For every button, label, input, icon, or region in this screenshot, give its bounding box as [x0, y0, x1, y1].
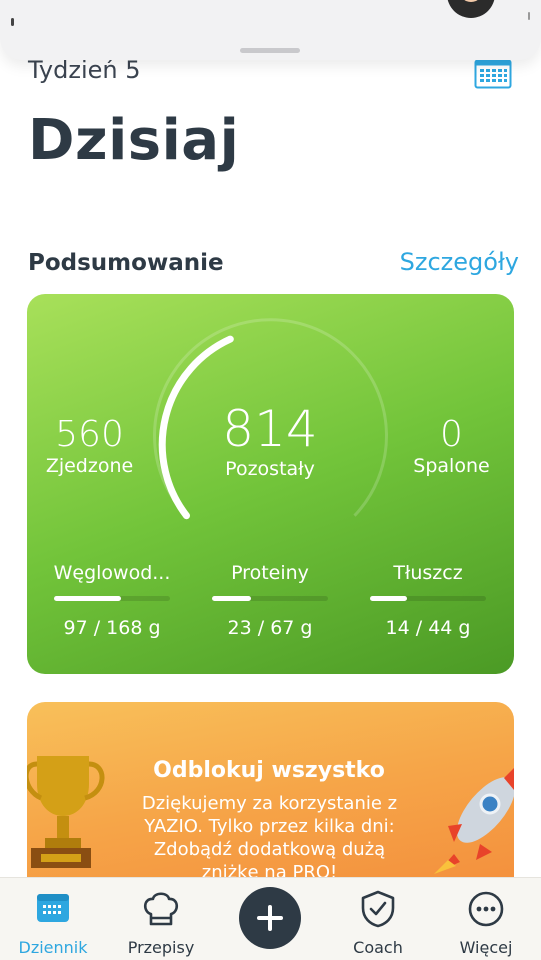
page-title: Dzisiaj — [28, 108, 240, 173]
details-link[interactable]: Szczegóły — [400, 248, 519, 276]
remaining-value: 814 — [222, 400, 318, 458]
sheet-edge-mark — [528, 12, 530, 20]
burned-value: 0 — [440, 414, 463, 455]
week-label: Tydzień 5 — [28, 56, 141, 84]
eaten-stat: 560 Zjedzone — [37, 414, 142, 477]
shield-check-icon — [360, 890, 396, 932]
calendar-icon — [35, 890, 71, 928]
nav-item-coach[interactable]: Coach — [333, 878, 423, 960]
promo-title: Odblokuj wszystko — [153, 758, 385, 783]
nav-label-more: Więcej — [459, 938, 513, 957]
macro-carbs-name: Węglowod... — [53, 562, 171, 584]
nav-item-diary[interactable]: Dziennik — [8, 878, 98, 960]
remaining-label: Pozostały — [225, 458, 315, 480]
nav-label-diary: Dziennik — [18, 938, 88, 957]
macro-carbs: Węglowod... 97 / 168 g — [42, 562, 182, 639]
macro-protein-name: Proteiny — [231, 562, 309, 584]
promo-text: Dziękujemy za korzystanie z YAZIO. Tylko… — [141, 793, 398, 883]
macro-protein-value: 23 / 67 g — [227, 617, 313, 639]
eaten-value: 560 — [55, 414, 124, 455]
trophy-icon — [27, 756, 105, 868]
summary-section-title: Podsumowanie — [28, 250, 224, 276]
rocket-icon — [434, 768, 514, 874]
macro-fat-name: Tłuszcz — [393, 562, 463, 584]
nav-item-recipes[interactable]: Przepisy — [116, 878, 206, 960]
macro-fat-value: 14 / 44 g — [385, 617, 471, 639]
chef-hat-icon — [141, 890, 181, 932]
add-button[interactable] — [239, 887, 301, 949]
calendar-button[interactable] — [473, 58, 513, 90]
nav-item-more[interactable]: Więcej — [441, 878, 531, 960]
avatar[interactable] — [447, 0, 495, 18]
calendar-grid-icon — [474, 59, 512, 89]
more-icon — [467, 890, 505, 932]
sheet-edge-mark — [11, 18, 14, 26]
sheet-drag-handle[interactable] — [240, 48, 300, 53]
eaten-label: Zjedzone — [45, 455, 134, 477]
macro-protein: Proteiny 23 / 67 g — [200, 562, 340, 639]
macro-carbs-value: 97 / 168 g — [63, 617, 161, 639]
summary-card[interactable]: 560 Zjedzone 814 Pozostały 0 Spalone Węg… — [27, 294, 514, 674]
nav-label-coach: Coach — [353, 938, 403, 957]
macro-fat: Tłuszcz 14 / 44 g — [358, 562, 498, 639]
burned-stat: 0 Spalone — [399, 414, 504, 477]
remaining-stat: 814 Pozostały — [190, 400, 350, 480]
macro-fat-progress-bar — [370, 596, 486, 601]
top-sheet[interactable] — [0, 0, 541, 60]
nav-label-recipes: Przepisy — [127, 938, 195, 957]
burned-label: Spalone — [413, 455, 490, 477]
macro-carbs-progress-bar — [54, 596, 170, 601]
avatar-face — [459, 0, 483, 2]
macro-protein-progress-bar — [212, 596, 328, 601]
plus-icon — [257, 905, 283, 931]
